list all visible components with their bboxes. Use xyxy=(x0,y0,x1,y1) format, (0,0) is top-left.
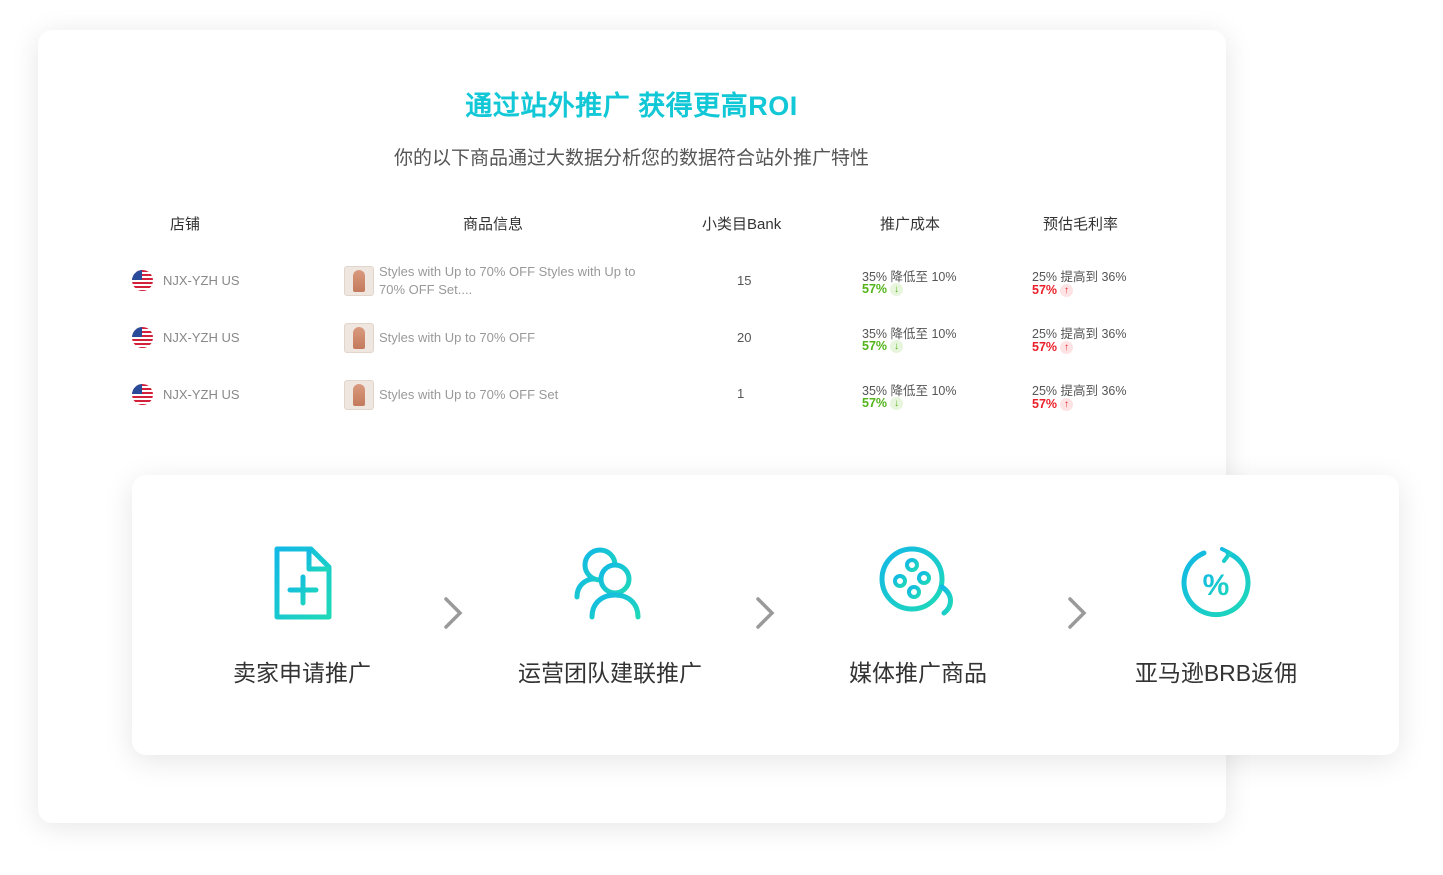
arrow-up-icon: ↑ xyxy=(1060,398,1074,412)
chevron-right-icon xyxy=(756,597,775,629)
arrow-up-icon: ↑ xyxy=(1060,341,1074,355)
step-label: 亚马逊BRB返佣 xyxy=(1134,660,1298,686)
cost-change: 57% ↓ xyxy=(862,339,904,354)
product-thumbnail xyxy=(344,323,374,353)
arrow-down-icon: ↓ xyxy=(890,340,904,354)
team-users-icon xyxy=(574,547,641,620)
product-thumbnail xyxy=(344,266,374,296)
header-store: 店铺 xyxy=(170,216,201,233)
arrow-down-icon: ↓ xyxy=(890,283,904,297)
store-name: NJX-YZH US xyxy=(163,273,240,288)
step-label: 卖家申请推广 xyxy=(233,660,371,686)
header-margin: 预估毛利率 xyxy=(1043,216,1119,233)
product-title[interactable]: Styles with Up to 70% OFF xyxy=(379,329,654,347)
store-name: NJX-YZH US xyxy=(163,330,240,345)
svg-text:%: % xyxy=(1203,569,1230,602)
margin-change: 57% ↑ xyxy=(1032,340,1074,355)
margin-change: 57% ↑ xyxy=(1032,283,1074,298)
header-rank: 小类目Bank xyxy=(702,216,782,233)
step-label: 媒体推广商品 xyxy=(849,660,987,686)
page-title: 通过站外推广 获得更高ROI xyxy=(465,91,798,121)
film-reel-icon xyxy=(879,546,953,616)
margin-change: 57% ↑ xyxy=(1032,397,1074,412)
product-thumbnail xyxy=(344,380,374,410)
cost-change: 57% ↓ xyxy=(862,396,904,411)
percent-rebate-icon: % xyxy=(1181,547,1251,618)
us-flag-icon xyxy=(132,270,153,291)
store-name: NJX-YZH US xyxy=(163,387,240,402)
cost-change: 57% ↓ xyxy=(862,282,904,297)
header-cost: 推广成本 xyxy=(880,216,941,233)
arrow-up-icon: ↑ xyxy=(1060,284,1074,298)
header-product: 商品信息 xyxy=(463,216,524,233)
step-label: 运营团队建联推广 xyxy=(518,660,702,686)
category-rank: 20 xyxy=(737,330,752,345)
page-subtitle: 你的以下商品通过大数据分析您的数据符合站外推广特性 xyxy=(393,148,869,169)
category-rank: 1 xyxy=(737,386,745,401)
chevron-right-icon xyxy=(444,597,463,629)
us-flag-icon xyxy=(132,384,153,405)
chevron-right-icon xyxy=(1068,597,1087,629)
document-plus-icon xyxy=(274,546,332,620)
arrow-down-icon: ↓ xyxy=(890,397,904,411)
us-flag-icon xyxy=(132,327,153,348)
product-title[interactable]: Styles with Up to 70% OFF Set xyxy=(379,386,654,404)
category-rank: 15 xyxy=(737,273,752,288)
product-title[interactable]: Styles with Up to 70% OFF Styles with Up… xyxy=(379,263,654,299)
